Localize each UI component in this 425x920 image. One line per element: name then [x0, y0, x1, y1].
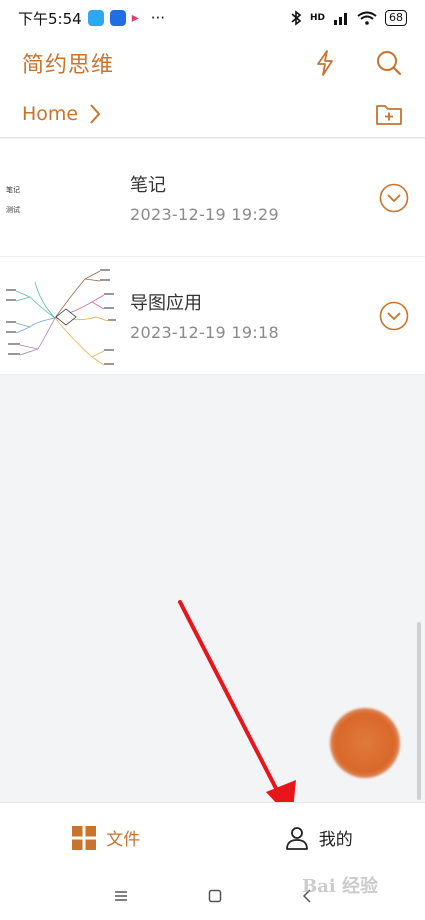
tab-files-label: 文件	[106, 830, 141, 850]
signal-icon	[334, 13, 347, 25]
thumb-text-line: 测试	[6, 205, 20, 214]
battery-indicator: 68	[385, 10, 407, 26]
watermark: Bai 经验	[302, 876, 378, 897]
breadcrumb: Home	[0, 90, 425, 138]
mindmap-thumbnail	[0, 257, 120, 375]
status-left: 下午5:54 ▸ ···	[18, 8, 165, 29]
tab-me-label: 我的	[318, 830, 353, 850]
breadcrumb-home[interactable]: Home	[22, 103, 78, 125]
file-menu-button[interactable]	[379, 183, 409, 217]
bottom-nav: 文件 我的	[0, 802, 425, 872]
video-app-icon: ▸	[131, 10, 139, 26]
chevron-down-circle-icon	[379, 183, 409, 213]
chevron-down-circle-icon	[379, 301, 409, 331]
status-right: HD 68	[290, 10, 407, 26]
status-time: 下午5:54	[18, 9, 82, 28]
file-row[interactable]: 笔记 测试 笔记 2023-12-19 19:29	[0, 139, 425, 257]
search-button[interactable]	[375, 49, 403, 77]
header-actions	[311, 49, 403, 77]
app-header: 简约思维	[0, 36, 425, 90]
create-fab-button[interactable]	[330, 708, 400, 778]
file-list: 笔记 测试 笔记 2023-12-19 19:29 导图应用 2023-12-1…	[0, 139, 425, 375]
chevron-right-icon	[90, 103, 101, 124]
file-menu-button[interactable]	[379, 301, 409, 335]
scrollbar-thumb[interactable]	[417, 622, 421, 800]
thumb-text-line: 笔记	[6, 185, 20, 194]
folder-add-icon	[376, 104, 402, 125]
new-folder-button[interactable]	[375, 100, 403, 128]
status-bar: 下午5:54 ▸ ··· HD 68	[0, 0, 425, 36]
mindmap-preview-graphic	[6, 268, 116, 365]
bluetooth-icon	[291, 10, 302, 26]
bluetooth-app-icon	[109, 10, 126, 26]
grid-icon	[72, 825, 97, 850]
app-title: 简约思维	[22, 53, 115, 78]
flash-button[interactable]	[311, 49, 339, 77]
chat-app-icon	[87, 10, 104, 26]
wifi-icon	[357, 11, 377, 25]
search-icon	[377, 51, 402, 76]
network-label: HD	[309, 13, 325, 23]
tab-me[interactable]: 我的	[213, 803, 425, 872]
file-thumbnail: 笔记 测试	[0, 139, 120, 257]
file-row[interactable]: 导图应用 2023-12-19 19:18	[0, 257, 425, 375]
tab-files[interactable]: 文件	[0, 803, 213, 872]
status-dots: ···	[150, 9, 166, 27]
menu-icon[interactable]	[114, 890, 128, 902]
user-icon	[285, 826, 308, 850]
home-icon[interactable]	[208, 889, 222, 903]
lightning-icon	[317, 50, 333, 76]
